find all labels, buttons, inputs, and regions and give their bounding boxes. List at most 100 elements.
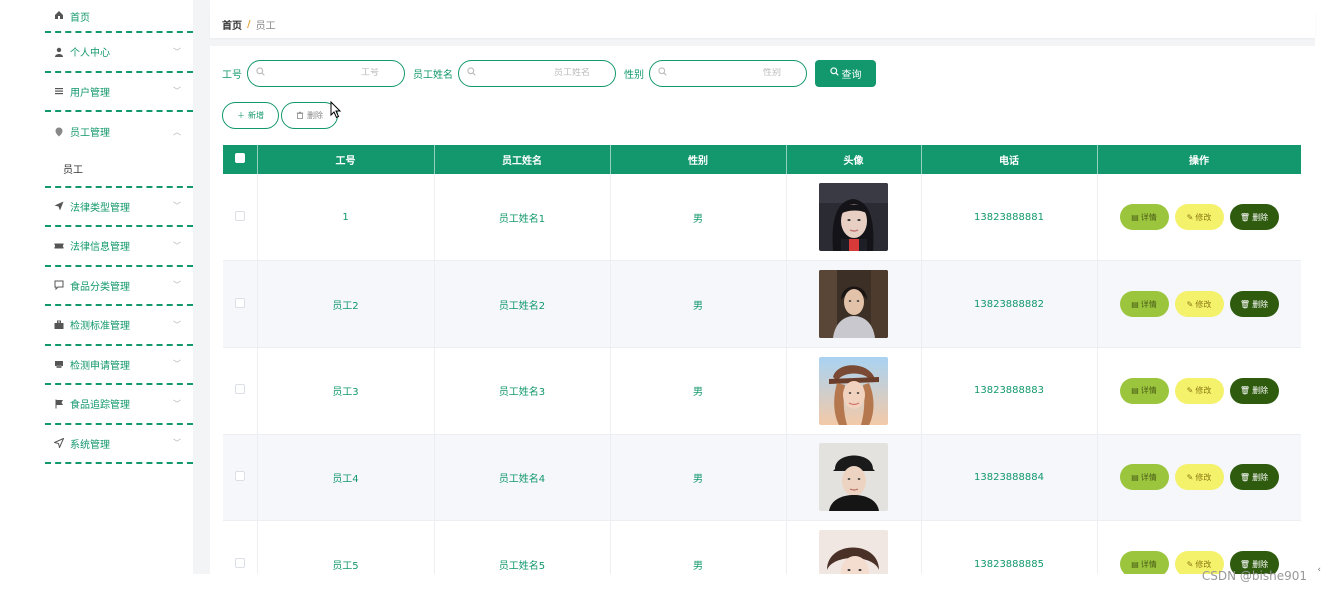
row-select-cell <box>223 347 258 435</box>
column-header-avatar: 头像 <box>786 145 922 174</box>
search-icon <box>658 67 667 79</box>
toolbar: ＋ 新增 删除 <box>222 102 338 129</box>
row-checkbox[interactable] <box>234 557 245 568</box>
delete-button[interactable]: 🗑 删除 <box>1229 291 1279 318</box>
avatar[interactable] <box>819 183 888 252</box>
cell-employee-name: 员工姓名2 <box>434 260 611 348</box>
sidebar-item-food-tracking-management[interactable]: 食品追踪管理 ﹀ <box>45 385 193 425</box>
document-icon: ▤ <box>1131 212 1139 222</box>
detail-button[interactable]: ▤ 详情 <box>1119 204 1169 231</box>
trash-icon: 🗑 <box>1239 212 1251 222</box>
detail-button[interactable]: ▤ 详情 <box>1119 464 1169 491</box>
select-all-checkbox[interactable] <box>234 153 245 163</box>
trash-icon: 🗑 <box>1239 299 1251 309</box>
row-checkbox[interactable] <box>234 210 245 221</box>
printer-icon <box>53 358 65 370</box>
edit-button[interactable]: ✎ 修改 <box>1174 377 1224 404</box>
edit-button[interactable]: ✎ 修改 <box>1174 204 1224 231</box>
detail-button-label: 详情 <box>1140 472 1157 482</box>
chevron-down-icon: ﹀ <box>173 86 181 96</box>
column-header-gender[interactable]: 性别 <box>610 145 787 174</box>
avatar[interactable] <box>819 443 888 512</box>
delete-button[interactable]: 🗑 删除 <box>1229 464 1279 491</box>
column-header-actions: 操作 <box>1097 145 1301 174</box>
row-select-cell <box>223 520 258 574</box>
briefcase-icon <box>53 319 65 331</box>
gender-input[interactable] <box>667 68 787 78</box>
row-checkbox[interactable] <box>234 297 245 308</box>
avatar[interactable] <box>819 270 888 339</box>
chevron-down-icon: ﹀ <box>173 47 181 57</box>
detail-button[interactable]: ▤ 详情 <box>1119 377 1169 404</box>
cell-gender: 男 <box>610 434 787 522</box>
chevron-down-icon: ﹀ <box>173 280 181 290</box>
table-header-row: 工号 员工姓名 性别 头像 电话 操作 <box>223 145 1301 174</box>
detail-button-label: 详情 <box>1140 386 1157 396</box>
trash-icon: 🗑 <box>1239 472 1251 482</box>
gender-search-field[interactable] <box>649 59 807 87</box>
search-icon <box>467 67 476 79</box>
employee-name-input[interactable] <box>476 68 596 78</box>
pencil-icon: ✎ <box>1186 559 1194 569</box>
detail-button[interactable]: ▤ 详情 <box>1119 291 1169 318</box>
breadcrumb-home[interactable]: 首页 <box>222 17 242 32</box>
query-button[interactable]: 查询 <box>815 59 876 87</box>
sidebar-item-employee-management[interactable]: 员工管理 ︿ <box>45 112 193 152</box>
ticket-icon <box>53 240 65 252</box>
trash-icon: 🗑 <box>1239 386 1251 396</box>
sidebar-item-food-category-management[interactable]: 食品分类管理 ﹀ <box>45 267 193 306</box>
cell-gonghao: 员工5 <box>257 520 435 574</box>
add-button[interactable]: ＋ 新增 <box>222 102 279 129</box>
detail-button[interactable]: ▤ 详情 <box>1119 551 1169 574</box>
breadcrumb-current: 员工 <box>255 20 276 32</box>
gonghao-search-field[interactable] <box>247 59 405 87</box>
edit-button-label: 修改 <box>1195 559 1212 569</box>
cell-avatar <box>786 520 922 574</box>
row-checkbox[interactable] <box>234 384 245 395</box>
delete-button-label: 删除 <box>1252 472 1269 482</box>
avatar[interactable] <box>819 356 888 425</box>
column-header-employee-name[interactable]: 员工姓名 <box>434 145 611 174</box>
cell-phone: 13823888885 <box>921 520 1098 574</box>
cell-avatar <box>786 260 922 348</box>
sidebar-item-user-management[interactable]: 用户管理 ﹀ <box>45 73 193 112</box>
gonghao-input[interactable] <box>265 68 385 78</box>
cell-gender: 男 <box>610 347 787 435</box>
breadcrumb-separator: / <box>247 18 251 30</box>
chat-icon <box>53 279 65 291</box>
table-row: 员工3 员工姓名3 男 13823888883 ▤ 详情 ✎ 修改 🗑 删除 <box>223 347 1301 435</box>
detail-button-label: 详情 <box>1140 299 1157 309</box>
edit-button[interactable]: ✎ 修改 <box>1174 464 1224 491</box>
trash-icon: 🗑 <box>1239 559 1251 569</box>
sidebar-item-law-info-management[interactable]: 法律信息管理 ﹀ <box>45 227 193 267</box>
sidebar-item-test-application-management[interactable]: 检测申请管理 ﹀ <box>45 346 193 385</box>
search-bar: 工号 员工姓名 性别 查询 <box>222 59 876 87</box>
sidebar-item-test-standard-management[interactable]: 检测标准管理 ﹀ <box>45 306 193 346</box>
avatar[interactable] <box>819 530 888 574</box>
user-icon <box>53 46 65 58</box>
cell-avatar <box>786 347 922 435</box>
detail-button-label: 详情 <box>1140 212 1157 222</box>
sidebar-item-personal-center[interactable]: 个人中心 ﹀ <box>45 33 193 73</box>
row-select-cell <box>223 434 258 522</box>
delete-button[interactable]: 🗑 删除 <box>1229 377 1279 404</box>
delete-button[interactable]: 🗑 删除 <box>1229 204 1279 231</box>
employee-name-search-field[interactable] <box>458 59 616 87</box>
row-select-cell <box>223 260 258 348</box>
sidebar-item-home[interactable]: 首页 <box>45 0 193 33</box>
column-header-gonghao[interactable]: 工号 <box>257 145 435 174</box>
column-header-phone[interactable]: 电话 <box>921 145 1098 174</box>
sidebar-item-system-management[interactable]: 系统管理 ﹀ <box>45 425 193 464</box>
edit-button[interactable]: ✎ 修改 <box>1174 291 1224 318</box>
cell-phone: 13823888882 <box>921 260 1098 348</box>
flag-icon <box>53 398 65 410</box>
pencil-icon: ✎ <box>1186 299 1194 309</box>
pencil-icon: ✎ <box>1186 472 1194 482</box>
table-row: 员工4 员工姓名4 男 13823888884 ▤ 详情 ✎ 修改 🗑 删除 <box>223 434 1301 522</box>
sidebar-subitem-employee[interactable]: 员工 <box>45 152 193 188</box>
pencil-icon: ✎ <box>1186 212 1194 222</box>
row-checkbox[interactable] <box>234 470 245 481</box>
sidebar-item-law-type-management[interactable]: 法律类型管理 ﹀ <box>45 188 193 227</box>
content-gutter <box>193 0 210 574</box>
search-icon <box>829 67 839 79</box>
